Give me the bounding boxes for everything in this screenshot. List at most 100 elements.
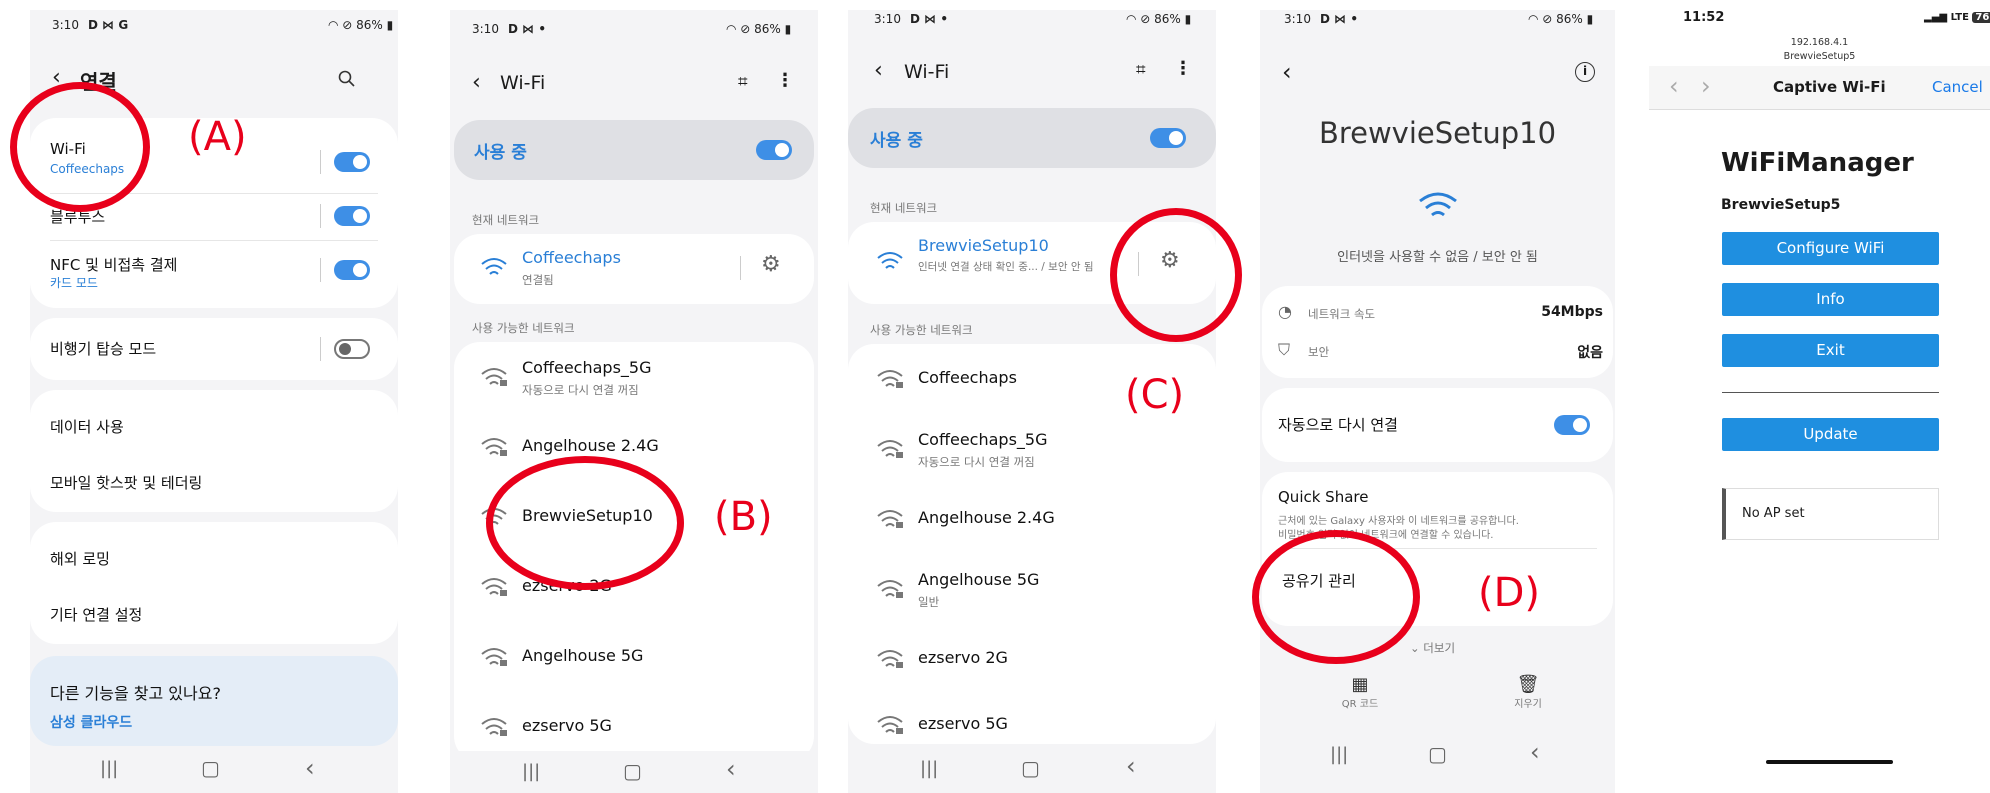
- wifi-lock-icon: [481, 648, 507, 666]
- recents-icon[interactable]: |||: [1330, 744, 1348, 765]
- other-settings-item[interactable]: 기타 연결 설정: [50, 604, 142, 625]
- qr-scan-icon[interactable]: ⌗: [738, 72, 748, 92]
- suggestion-card: 다른 기능을 찾고 있나요? 삼성 클라우드: [30, 656, 398, 746]
- trash-icon: 🗑: [1516, 674, 1540, 695]
- qr-icon: ▦: [1351, 674, 1369, 695]
- network-item[interactable]: Angelhouse 2.4G: [848, 484, 1216, 554]
- recents-icon[interactable]: |||: [920, 758, 938, 779]
- wifi-lock-icon: [481, 578, 507, 596]
- wifi-lock-icon: [877, 716, 903, 734]
- recents-icon[interactable]: |||: [522, 761, 540, 782]
- home-icon[interactable]: ▢: [201, 756, 220, 780]
- info-button[interactable]: Info: [1722, 283, 1939, 316]
- hotspot-item[interactable]: 모바일 핫스팟 및 테더링: [50, 472, 202, 493]
- wifi-master-toggle[interactable]: [756, 140, 792, 160]
- network-name: Coffeechaps_5G: [918, 430, 1048, 449]
- wifi-master-toggle[interactable]: [1150, 128, 1186, 148]
- current-network-card: Coffeechaps 연결됨 ⚙: [454, 234, 814, 304]
- network-sub: 일반: [918, 595, 940, 609]
- delete-button[interactable]: 🗑 지우기: [1488, 674, 1568, 710]
- info-icon[interactable]: i: [1575, 62, 1595, 82]
- recents-icon[interactable]: |||: [100, 758, 118, 779]
- nav-bar: ||| ▢ ‹: [1260, 732, 1615, 782]
- divider: [320, 258, 321, 282]
- more-options-icon[interactable]: ⋮: [776, 70, 794, 91]
- wifi-lock-icon: [481, 438, 507, 456]
- network-item[interactable]: Coffeechaps_5G 자동으로 다시 연결 꺼짐: [848, 414, 1216, 484]
- wifi-toggle[interactable]: [334, 152, 370, 172]
- wifi-status-icon: ◠ ⊘: [726, 22, 755, 36]
- back-nav-icon[interactable]: ‹: [1126, 752, 1136, 780]
- cloud-link[interactable]: 삼성 클라우드: [50, 712, 132, 732]
- search-icon[interactable]: [338, 70, 356, 92]
- qr-code-button[interactable]: ▦ QR 코드: [1320, 674, 1400, 710]
- wifi-lock-icon: [877, 510, 903, 528]
- annotation-circle-d: [1252, 530, 1420, 664]
- phone-captive-portal: 11:52 ▂▄▆ LTE 76 192.168.4.1 BrewvieSetu…: [1649, 0, 1990, 793]
- back-nav-icon[interactable]: ‹: [305, 754, 315, 782]
- wifi-lock-icon: [877, 370, 903, 388]
- airplane-mode-label[interactable]: 비행기 탑승 모드: [50, 338, 156, 359]
- home-icon[interactable]: ▢: [1021, 756, 1040, 780]
- current-network-name[interactable]: BrewvieSetup10: [918, 236, 1049, 255]
- status-message-box: No AP set: [1722, 488, 1939, 540]
- nfc-toggle[interactable]: [334, 260, 370, 280]
- back-icon[interactable]: ‹: [1282, 58, 1292, 86]
- available-networks-header: 사용 가능한 네트워크: [870, 323, 973, 337]
- network-item[interactable]: ezservo 5G: [848, 694, 1216, 744]
- divider: [320, 337, 321, 361]
- network-name: ezservo 2G: [918, 648, 1008, 667]
- in-use-label: 사용 중: [474, 143, 527, 163]
- network-item[interactable]: Coffeechaps_5G 자동으로 다시 연결 꺼짐: [454, 342, 814, 412]
- configure-wifi-button[interactable]: Configure WiFi: [1722, 232, 1939, 265]
- current-network-name[interactable]: Coffeechaps: [522, 248, 621, 267]
- roaming-item[interactable]: 해외 로밍: [50, 548, 110, 569]
- network-item[interactable]: ezservo 2G: [848, 624, 1216, 694]
- page-title: Wi-Fi: [500, 72, 546, 94]
- back-nav-icon[interactable]: ‹: [726, 755, 736, 783]
- network-title: BrewvieSetup10: [1318, 116, 1557, 150]
- cancel-button[interactable]: Cancel: [1932, 78, 1983, 96]
- available-networks-header: 사용 가능한 네트워크: [472, 321, 575, 335]
- network-name: Angelhouse 5G: [522, 646, 644, 665]
- network-item[interactable]: Angelhouse 5G: [454, 622, 814, 692]
- annotation-label-a: (A): [188, 114, 247, 160]
- gear-icon[interactable]: ⚙: [761, 252, 781, 277]
- back-nav-icon[interactable]: ‹: [1530, 738, 1540, 766]
- in-use-bar: 사용 중: [454, 120, 814, 180]
- back-icon[interactable]: ‹: [472, 70, 481, 95]
- annotation-label-d: (D): [1478, 570, 1541, 616]
- home-indicator[interactable]: [1766, 760, 1893, 764]
- network-name: ezservo 5G: [918, 714, 1008, 733]
- more-toggle[interactable]: ⌄ 더보기: [1410, 640, 1455, 656]
- back-icon[interactable]: ‹: [874, 58, 883, 83]
- update-button[interactable]: Update: [1722, 418, 1939, 451]
- quick-share-desc: 근처에 있는 Galaxy 사용자와 이 네트워크를 공유합니다.: [1278, 516, 1519, 527]
- home-icon[interactable]: ▢: [1428, 742, 1447, 766]
- status-message: No AP set: [1742, 506, 1805, 521]
- network-sub: 자동으로 다시 연결 꺼짐: [522, 383, 639, 397]
- auto-reconnect-card: 자동으로 다시 연결: [1262, 388, 1613, 462]
- qr-scan-icon[interactable]: ⌗: [1136, 60, 1146, 80]
- exit-button[interactable]: Exit: [1722, 334, 1939, 367]
- forward-icon[interactable]: ›: [1701, 72, 1711, 100]
- network-item[interactable]: Angelhouse 5G 일반: [848, 554, 1216, 624]
- nfc-item-label[interactable]: NFC 및 비접촉 결제: [50, 254, 177, 275]
- annotation-label-b: (B): [714, 494, 773, 540]
- quick-share-label[interactable]: Quick Share: [1278, 488, 1368, 506]
- back-icon[interactable]: ‹: [1669, 72, 1679, 100]
- speed-label: 네트워크 속도: [1308, 307, 1376, 321]
- network-name: Coffeechaps: [918, 368, 1017, 387]
- more-options-icon[interactable]: ⋮: [1174, 58, 1192, 79]
- portal-subheading: BrewvieSetup5: [1721, 197, 1841, 213]
- auto-reconnect-toggle[interactable]: [1554, 415, 1590, 435]
- wifi-signal-icon: [877, 252, 903, 269]
- phone-network-details: 3:10 D ⋈ • ◠ ⊘ 86% ▮ ‹ i BrewvieSetup10 …: [1260, 10, 1615, 793]
- wifi-lock-icon: [877, 580, 903, 598]
- status-right: ◠ ⊘ 86% ▮: [726, 22, 792, 36]
- signal-icon: ▂▄▆: [1924, 12, 1951, 23]
- home-icon[interactable]: ▢: [623, 759, 642, 783]
- bluetooth-toggle[interactable]: [334, 206, 370, 226]
- data-usage-item[interactable]: 데이터 사용: [50, 416, 124, 437]
- airplane-toggle[interactable]: [334, 339, 370, 359]
